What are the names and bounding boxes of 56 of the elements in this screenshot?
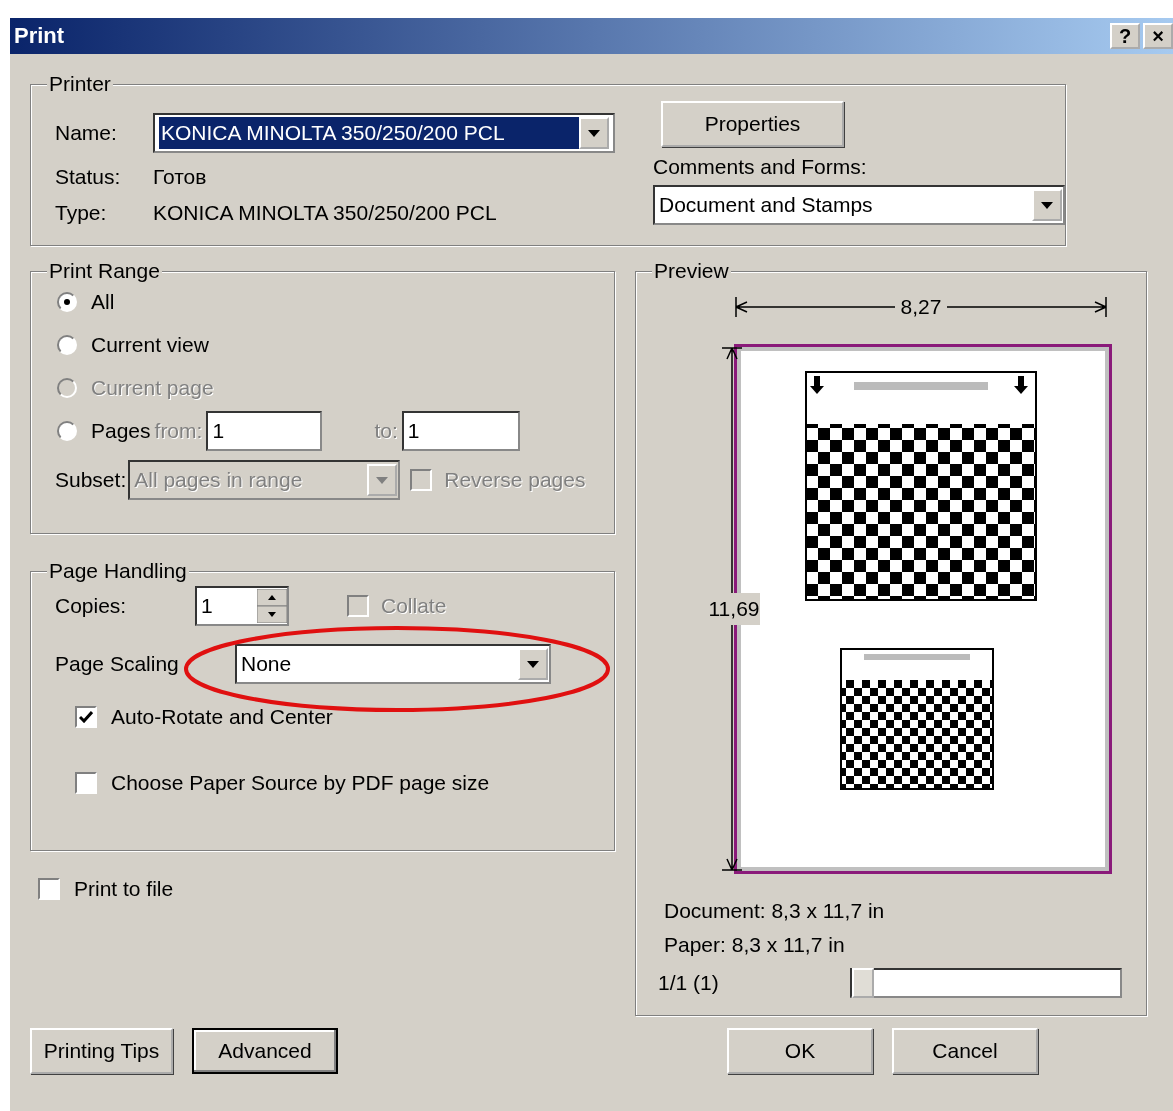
paper-size: Paper: 8,3 x 11,7 in — [664, 933, 845, 956]
option-label: Collate — [381, 594, 447, 618]
option-label: Reverse pages — [444, 468, 586, 492]
field-label: Type: — [55, 201, 108, 225]
checkbox[interactable] — [38, 878, 60, 900]
field-label: to: — [374, 418, 398, 443]
caret-icon — [376, 476, 389, 484]
checkmark-icon — [79, 711, 93, 723]
field-label: Copies: — [55, 594, 128, 618]
option-label: All — [91, 289, 115, 314]
printer-dropdown[interactable]: KONICA MINOLTA 350/250/200 PCL — [153, 113, 615, 153]
caret-icon — [588, 129, 600, 137]
close-button[interactable]: × — [1143, 23, 1173, 49]
field-label: Subset: — [55, 468, 127, 492]
field-label: Page Scaling — [55, 652, 180, 676]
group-title: Print Range — [49, 259, 160, 282]
help-button[interactable]: ? — [1110, 23, 1140, 49]
caret-icon — [1041, 201, 1053, 209]
checkbox[interactable] — [75, 772, 97, 794]
field-label: from: — [154, 418, 203, 443]
type-value: KONICA MINOLTA 350/250/200 PCL — [153, 201, 497, 225]
page-slider[interactable] — [850, 968, 1122, 998]
scaling-dropdown[interactable]: None — [235, 644, 551, 684]
page-counter: 1/1 (1) — [658, 971, 719, 995]
copies-spinner[interactable]: 1 — [195, 586, 289, 626]
option-label: Choose Paper Source by PDF page size — [111, 771, 490, 795]
document-size: Document: 8,3 x 11,7 in — [664, 899, 885, 922]
option-label: Auto-Rotate and Center — [111, 705, 333, 729]
from-field[interactable]: 1 — [206, 410, 323, 451]
group-title: Preview — [654, 259, 729, 282]
properties-button[interactable]: Properties — [661, 101, 844, 147]
option-label: Print to file — [74, 877, 174, 901]
option-label: Pages — [91, 418, 151, 443]
radio-button[interactable] — [57, 291, 77, 312]
comments-dropdown[interactable]: Document and Stamps — [653, 185, 1065, 225]
checkbox[interactable] — [75, 706, 97, 728]
dialog-button[interactable]: Printing Tips — [30, 1028, 173, 1074]
radio-button[interactable] — [57, 420, 77, 441]
window-title: Print — [13, 23, 65, 49]
field-label: Comments and Forms: — [653, 155, 867, 178]
height-value: 11,69 — [708, 593, 760, 625]
option-label: Current view — [91, 332, 209, 357]
group-title: Page Handling — [49, 559, 187, 582]
dialog-button[interactable]: Advanced — [192, 1028, 338, 1074]
spin-arrows-icon — [257, 589, 287, 623]
option-label: Current page — [91, 375, 214, 400]
dialog-button[interactable]: OK — [727, 1028, 873, 1074]
group-title: Printer — [49, 72, 111, 95]
field-label: Name: — [55, 121, 118, 145]
slider-thumb[interactable] — [852, 968, 874, 998]
status-value: Готов — [153, 165, 207, 189]
radio-button[interactable] — [57, 334, 77, 355]
field-label: Status: — [55, 165, 122, 189]
to-field[interactable]: 1 — [401, 410, 520, 451]
caret-icon — [527, 660, 539, 668]
dialog-button[interactable]: Cancel — [892, 1028, 1038, 1074]
